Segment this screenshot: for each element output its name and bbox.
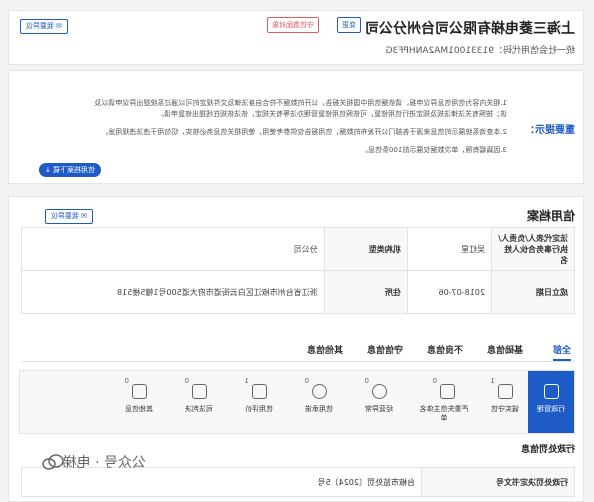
admin-penalty-title: 行政处罚信息 <box>520 445 575 455</box>
usc-value: 91331001MA2ANHPF3G <box>385 46 494 56</box>
printer-icon <box>440 384 455 399</box>
company-name: 上海三菱电梯有限公司台州分公司 <box>365 21 575 37</box>
tab-all[interactable]: 全部 <box>552 343 571 361</box>
shield-icon <box>312 384 327 399</box>
trust-tag[interactable]: 守信激励对象 <box>267 17 319 33</box>
info-tabs: 全部 基础信息 不良信息 守信信息 其他信息 <box>21 343 575 362</box>
category-label: 信用承诺 <box>305 405 333 413</box>
report-label: 我要异议 <box>50 212 79 220</box>
found-date-value: 2018-07-06 <box>407 270 492 314</box>
notice-title: 重要提示： <box>525 125 575 136</box>
category-label: 司法判决 <box>185 405 213 413</box>
archive-title: 信用档案 <box>526 209 575 223</box>
category-label: 严重失信主体名单 <box>419 405 469 422</box>
category-other[interactable]: 0 其他信息 <box>116 371 162 433</box>
category-evaluation[interactable]: 1 信用评价 <box>236 371 282 433</box>
category-honest[interactable]: 1 诚实守信 <box>482 371 528 433</box>
category-count: 0 <box>184 377 189 385</box>
change-tag[interactable]: 变更 <box>337 17 361 33</box>
wechat-icon <box>42 454 64 470</box>
report-icon: ✉ <box>78 212 87 220</box>
basic-info-table: 法定代表人/负责人/执行事务合伙人姓名 吴红星 机构类型 分公司 成立日期 20… <box>21 227 575 314</box>
archive-report-button[interactable]: ✉ 我要异议 <box>44 209 93 224</box>
notice-line-1: 1.相关内容为信用信息异议申报、请依据信用中国相关报告，公开的数据不符合自身法律… <box>94 99 507 107</box>
category-abnormal[interactable]: 0 经营异常 <box>356 371 402 433</box>
penalty-doc-key: 行政处罚决定书文号 <box>421 467 575 497</box>
org-type-value: 分公司 <box>21 227 325 271</box>
category-count: 1 <box>244 377 249 385</box>
category-label: 经营异常 <box>365 405 393 413</box>
gavel-icon <box>192 384 207 399</box>
category-label: 诚实守信 <box>491 405 519 413</box>
tab-bad[interactable]: 不良信息 <box>427 343 463 356</box>
category-commitment[interactable]: 0 信用承诺 <box>296 371 342 433</box>
category-count: 0 <box>364 377 369 385</box>
evaluation-icon <box>252 384 267 399</box>
category-label: 行政管理 <box>537 405 565 413</box>
category-admin[interactable]: 行政管理 <box>528 371 574 433</box>
table-row: 成立日期 2018-07-06 住所 浙江省台州市椒江区白云街道市府大道500号… <box>21 270 575 314</box>
category-label: 其他信息 <box>125 405 153 413</box>
category-serious-dishonest[interactable]: 0 严重失信主体名单 <box>418 371 470 433</box>
alert-icon <box>372 384 387 399</box>
category-count: 0 <box>432 377 437 385</box>
notice-line-2: 该；按照有关法律法规及规定进行信用修复，可依照信用修复管理办法等有关规定，依法依… <box>157 110 507 118</box>
table-row: 法定代表人/负责人/执行事务合伙人姓名 吴红星 机构类型 分公司 <box>21 227 575 271</box>
category-count: 1 <box>490 377 495 385</box>
legal-rep-key: 法定代表人/负责人/执行事务合伙人姓名 <box>491 227 575 271</box>
category-count: 0 <box>304 377 309 385</box>
notice-line-3: 2.本查询系统展示的信息来源于各部门公开发布的数据，信用报告仅供参考使用，使用相… <box>101 128 507 136</box>
notice-line-4: 3.因篇幅有限，单次数据仅展示前100条信息。 <box>360 146 507 154</box>
document-icon <box>544 384 559 399</box>
report-label: 我要异议 <box>25 22 54 30</box>
important-notice: 重要提示： 1.相关内容为信用信息异议申报、请依据信用中国相关报告，公开的数据不… <box>8 70 584 184</box>
org-type-key: 机构类型 <box>324 227 408 271</box>
legal-rep-value: 吴红星 <box>407 227 492 271</box>
star-icon <box>498 384 513 399</box>
company-header: 上海三菱电梯有限公司台州分公司 变更 守信激励对象 统一社会信用代码：91331… <box>8 10 584 65</box>
wechat-label: 公众号 · 电梯 <box>62 455 146 471</box>
found-date-key: 成立日期 <box>491 270 575 314</box>
address-key: 住所 <box>324 270 408 314</box>
tab-basic[interactable]: 基础信息 <box>487 343 523 356</box>
download-archive-button[interactable]: 信用档案下载 ↓ <box>38 163 101 177</box>
category-strip: 行政管理 1 诚实守信 0 严重失信主体名单 0 经营异常 0 信用承诺 1 信… <box>19 370 575 434</box>
other-info-icon <box>132 384 147 399</box>
category-judicial[interactable]: 0 司法判决 <box>176 371 222 433</box>
usc-line: 统一社会信用代码：91331001MA2ANHPF3G <box>386 43 575 56</box>
report-icon: ✉ <box>53 22 62 30</box>
tab-other[interactable]: 其他信息 <box>307 343 343 356</box>
category-label: 信用评价 <box>245 405 273 413</box>
tab-trust[interactable]: 守信信息 <box>367 343 403 356</box>
category-count: 0 <box>124 377 129 385</box>
usc-label: 统一社会信用代码： <box>493 46 575 56</box>
page-root: 信用中国 信用中国 信用中国 信用中国 上海三菱电梯有限公司台州分公司 变更 守… <box>0 0 594 502</box>
report-objection-button[interactable]: ✉ 我要异议 <box>19 19 68 34</box>
address-value: 浙江省台州市椒江区白云街道市府大道500号1幢5楼518 <box>21 270 325 314</box>
